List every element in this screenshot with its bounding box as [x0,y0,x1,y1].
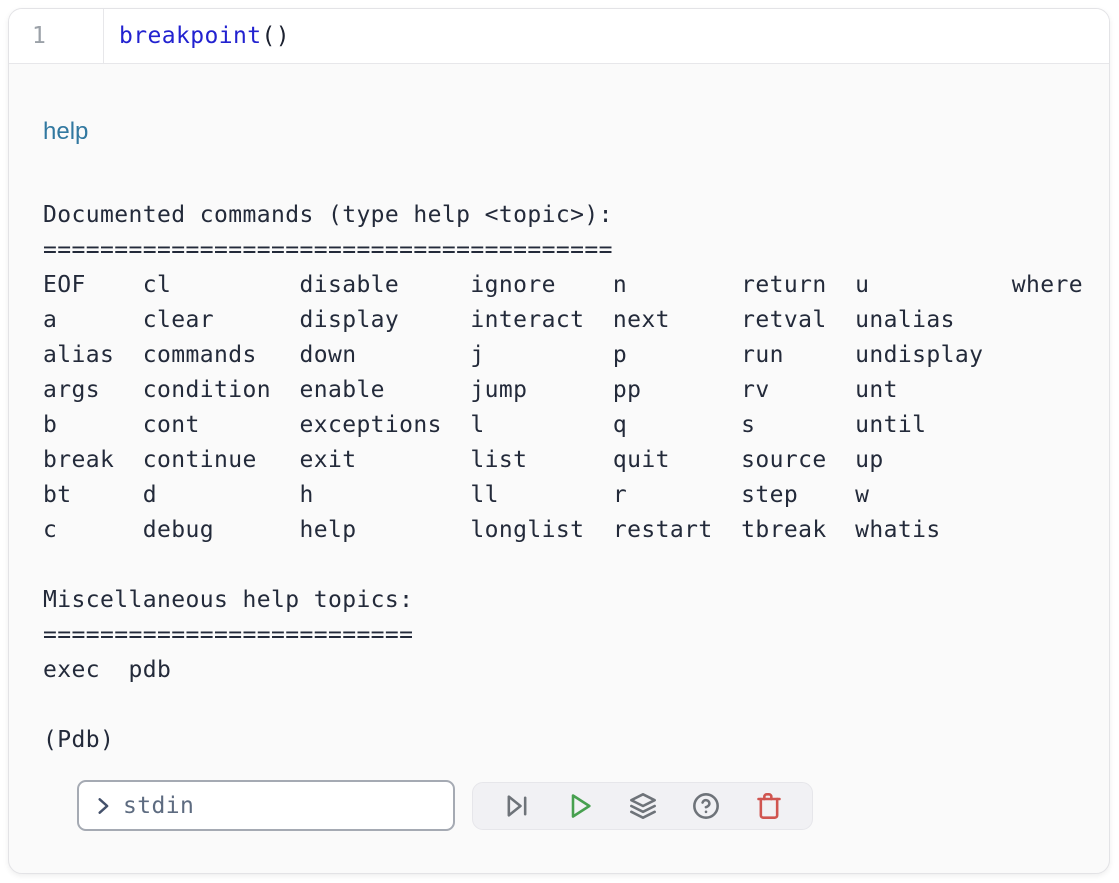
help-circle-icon [692,792,720,820]
stack-button[interactable] [611,783,674,829]
chevron-right-icon [93,796,113,816]
code-token-punctuation: () [261,23,290,49]
code-editor: 1 breakpoint() [9,9,1109,64]
layers-icon [629,792,657,820]
clear-button[interactable] [737,783,800,829]
help-button[interactable] [674,783,737,829]
terminal-input-echo: help [43,116,1089,148]
play-icon [566,792,594,820]
stdin-input-box[interactable] [77,780,455,831]
step-forward-button[interactable] [485,783,548,829]
ide-card: 1 breakpoint() help Documented commands … [8,8,1110,874]
run-button[interactable] [548,783,611,829]
code-line[interactable]: breakpoint() [104,9,290,63]
line-number-gutter: 1 [9,9,104,63]
skip-forward-icon [503,792,531,820]
terminal-controls [77,780,1089,831]
line-number: 1 [32,23,46,49]
stdin-input[interactable] [123,793,439,819]
code-token-builtin: breakpoint [119,23,261,49]
terminal-output-area: help Documented commands (type help <top… [9,64,1109,831]
debugger-toolbar [472,782,813,830]
trash-icon [755,792,783,820]
pdb-help-output: Documented commands (type help <topic>):… [43,198,1089,758]
